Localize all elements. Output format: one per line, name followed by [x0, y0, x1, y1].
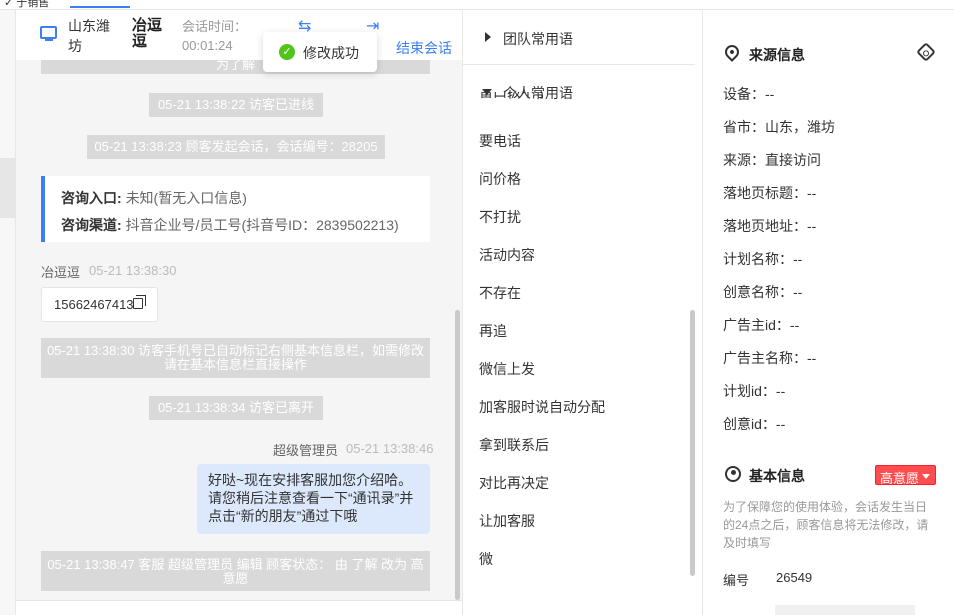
system-message: 05-21 13:38:22 访客已进线 — [149, 93, 323, 117]
entry-label: 咨询入口: — [61, 190, 122, 206]
phrase-item[interactable]: 加客服时说自动分配 — [479, 397, 605, 417]
session-time-value: 00:01:24 — [182, 38, 233, 53]
entry-value: 未知(暂无入口信息) — [125, 190, 247, 206]
caret-down-icon — [922, 474, 930, 479]
chat-header: 山东潍坊 冶逗逗 会话时间： 00:01:24 ⇆ ⇥ 结束会话 — [16, 10, 462, 60]
chat-panel: 山东潍坊 冶逗逗 会话时间： 00:01:24 ⇆ ⇥ 结束会话 ✓ 修改成功 … — [16, 10, 462, 615]
caret-right-icon[interactable] — [485, 32, 491, 42]
source-field: 来源：直接访问 — [723, 152, 821, 168]
info-panel: 来源信息 设备：-- 省市：山东，潍坊 来源：直接访问 落地页标题：-- 落地页… — [702, 10, 954, 615]
phrase-item[interactable]: 对比再决定 — [479, 473, 549, 493]
phrase-item[interactable]: 再追 — [479, 321, 507, 341]
phrase-item[interactable]: 不存在 — [479, 283, 521, 303]
source-field: 计划名称：-- — [723, 251, 803, 267]
number-value: 26549 — [776, 570, 813, 585]
channel-value: 抖音企业号/员工号(抖音号ID：2839502213) — [125, 217, 399, 233]
source-field: 省市：山东，潍坊 — [723, 119, 835, 135]
source-field: 创意名称：-- — [723, 284, 803, 300]
basic-info-title: 基本信息 — [749, 468, 805, 484]
source-field: 广告主名称：-- — [723, 350, 817, 366]
source-field: 计划id：-- — [723, 383, 786, 399]
entry-row: 咨询入口: 未知(暂无入口信息) — [61, 188, 247, 208]
admin-message-bubble: 好哒~现在安排客服加您介绍哈。请您稍后注意查看一下“通讯录”并点击“新的朋友”通… — [197, 464, 430, 534]
user-icon — [725, 466, 741, 482]
chat-scrollbar[interactable] — [455, 310, 460, 600]
end-chat-button[interactable]: 结束会话 — [396, 38, 452, 58]
source-field: 设备：-- — [723, 86, 775, 102]
divider — [463, 64, 695, 65]
source-field: 落地页标题：-- — [723, 185, 817, 201]
collapse-handle[interactable] — [0, 158, 16, 218]
source-field: 创意id：-- — [723, 416, 786, 432]
left-strip — [0, 0, 16, 615]
top-tab-label[interactable]: ✓ 于销售 — [4, 0, 49, 9]
phrase-item[interactable]: 问价格 — [479, 169, 521, 189]
visitor-time: 05-21 13:38:30 — [89, 263, 177, 278]
phrases-panel: 团队常用语 个人常用语 留口级不了 要电话 问价格 不打扰 活动内容 不存在 再… — [462, 10, 702, 615]
next-field-input[interactable] — [775, 605, 915, 615]
chat-input-toolbar — [16, 600, 462, 615]
session-time-label: 会话时间： — [182, 19, 248, 34]
window-top-strip: ✓ 于销售 — [0, 0, 954, 10]
phone-message: 15662467413 — [41, 287, 158, 322]
copy-icon[interactable] — [133, 295, 146, 309]
visitor-location: 山东潍坊 — [68, 18, 110, 54]
source-field: 落地页地址：-- — [723, 218, 817, 234]
check-icon: ✓ — [279, 44, 295, 60]
phrase-item[interactable]: 微 — [479, 549, 493, 569]
phrase-item[interactable]: 活动内容 — [479, 245, 535, 265]
phrase-item[interactable]: 让加客服 — [479, 511, 535, 531]
phrase-item[interactable]: 微信上发 — [479, 359, 535, 379]
system-message: 05-21 13:38:30 访客手机号已自动标记右侧基本信息栏，如需修改请在基… — [41, 338, 430, 378]
source-info-title: 来源信息 — [749, 47, 805, 63]
phrase-item-cut[interactable]: 留口级不了 — [479, 92, 579, 102]
visitor-name: 冶逗逗 — [132, 17, 163, 50]
system-message: 05-21 13:38:47 客服 超级管理员 编辑 顾客状态： 由 了解 改为… — [41, 551, 430, 591]
phone-number: 15662467413 — [54, 297, 134, 312]
toast-text: 修改成功 — [303, 45, 359, 61]
team-phrases-title[interactable]: 团队常用语 — [503, 29, 573, 49]
number-label: 编号 — [723, 573, 750, 588]
visitor-sender: 冶逗逗 — [41, 265, 81, 280]
phrase-item[interactable]: 拿到联系后 — [479, 435, 549, 455]
phrase-item[interactable]: 不打扰 — [479, 207, 521, 227]
consult-info-card: 咨询入口: 未知(暂无入口信息) 咨询渠道: 抖音企业号/员工号(抖音号ID：2… — [41, 176, 430, 242]
monitor-icon — [40, 26, 57, 41]
active-tab-underline — [70, 6, 130, 8]
channel-label: 咨询渠道: — [61, 217, 122, 233]
intent-value: 高意愿 — [880, 471, 920, 486]
edit-notice: 为了保障您的使用体验，会话发生当日的24点之后，顾客信息将无法修改，请及时填写 — [723, 500, 929, 550]
admin-time: 05-21 13:38:46 — [346, 441, 434, 456]
phrase-item[interactable]: 要电话 — [479, 131, 521, 151]
system-message: 05-21 13:38:23 顾客发起会话，会话编号：28205 — [87, 135, 385, 159]
location-pin-icon — [722, 42, 742, 62]
channel-row: 咨询渠道: 抖音企业号/员工号(抖音号ID：2839502213) — [61, 215, 399, 235]
phrases-scrollbar[interactable] — [690, 310, 695, 576]
system-message: 05-21 13:38:34 访客已离开 — [149, 396, 323, 420]
settings-icon[interactable] — [916, 42, 936, 62]
source-field: 广告主id：-- — [723, 317, 800, 333]
admin-sender: 超级管理员 — [273, 443, 339, 458]
success-toast: ✓ 修改成功 — [263, 32, 377, 72]
intent-select[interactable]: 高意愿 — [875, 465, 936, 486]
